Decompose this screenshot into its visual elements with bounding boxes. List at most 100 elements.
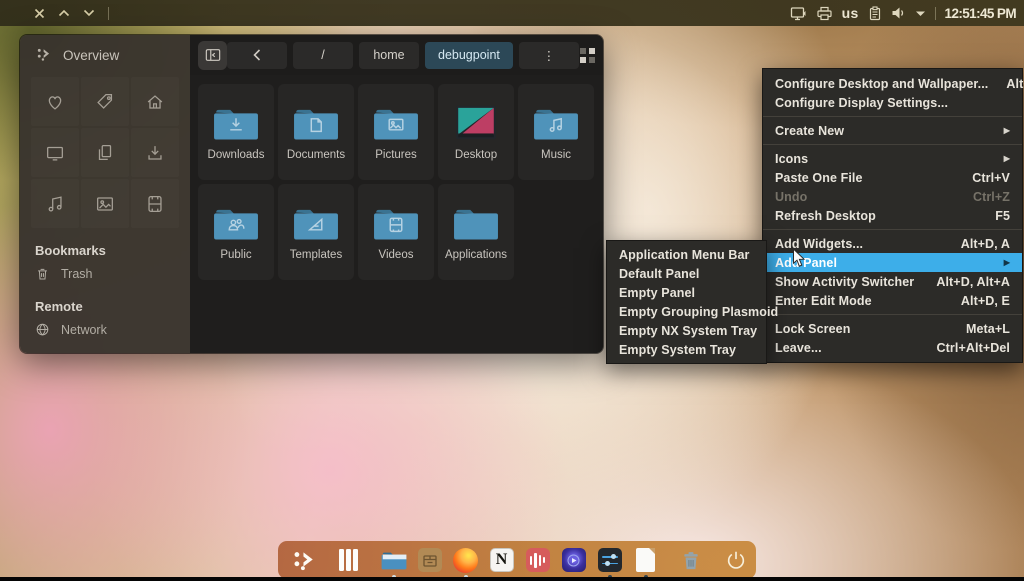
menu-item-shortcut: Ctrl+Z (973, 190, 1010, 204)
nx-logo-icon (36, 46, 52, 65)
folder-card-templates[interactable]: Templates (278, 184, 354, 280)
folder-view[interactable]: Downloads Documents Pictures Desktop (190, 75, 603, 353)
dock-trash-icon (681, 549, 701, 571)
submenu-item-empty-system-tray[interactable]: Empty System Tray (607, 340, 766, 359)
place-home[interactable] (131, 77, 179, 126)
folder-card-pictures[interactable]: Pictures (358, 84, 434, 180)
folder-label: Downloads (208, 149, 265, 161)
sidebar-toggle-icon (205, 48, 221, 62)
mouse-cursor (792, 248, 806, 273)
submenu-arrow-icon: ▶ (1004, 154, 1010, 163)
folder-card-desktop[interactable]: Desktop (438, 84, 514, 180)
back-chevron-icon (253, 49, 261, 61)
menu-item-lock-screen[interactable]: Lock Screen Meta+L (763, 319, 1022, 338)
place-documents[interactable] (81, 128, 129, 177)
menu-item-configure-display-settings[interactable]: Configure Display Settings... (763, 93, 1022, 112)
firefox-icon (453, 548, 478, 573)
menu-item-create-new[interactable]: Create New ▶ (763, 121, 1022, 140)
printer-icon[interactable] (816, 6, 833, 21)
folder-card-documents[interactable]: Documents (278, 84, 354, 180)
submenu-item-application-menu-bar[interactable]: Application Menu Bar (607, 245, 766, 264)
place-music[interactable] (31, 179, 79, 228)
dock-text-editor-button[interactable] (632, 547, 659, 574)
workspaces-icon (339, 549, 358, 571)
dock-software-button[interactable] (416, 547, 443, 574)
file-manager-sidebar: Overview (20, 35, 190, 353)
files-app-icon (381, 549, 407, 571)
breadcrumb: / home debugpoint ⋮ (227, 42, 579, 69)
chevron-up-icon[interactable] (58, 9, 70, 17)
menu-item-leave[interactable]: Leave... Ctrl+Alt+Del (763, 338, 1022, 357)
menu-item-enter-edit-mode[interactable]: Enter Edit Mode Alt+D, E (763, 291, 1022, 310)
sidebar-header[interactable]: Overview (20, 35, 190, 75)
menu-item-refresh-desktop[interactable]: Refresh Desktop F5 (763, 206, 1022, 225)
speaker-icon[interactable] (891, 6, 906, 20)
place-desktop[interactable] (31, 128, 79, 177)
place-videos[interactable] (131, 179, 179, 228)
submenu-item-empty-nx-system-tray[interactable]: Empty NX System Tray (607, 321, 766, 340)
breadcrumb-current[interactable]: debugpoint (425, 42, 513, 69)
dock-notion-button[interactable]: N (488, 547, 515, 574)
sidebar-item-network[interactable]: Network (20, 314, 190, 339)
place-favorites[interactable] (31, 77, 79, 126)
trash-icon (35, 266, 50, 282)
system-tray: us 12:51:45 PM (790, 5, 1024, 21)
folder-card-public[interactable]: Public (198, 184, 274, 280)
desktop-context-menu: Configure Desktop and Wallpaper... Alt+D… (762, 68, 1023, 363)
menu-item-configure-desktop-and-wallpaper[interactable]: Configure Desktop and Wallpaper... Alt+D… (763, 74, 1022, 93)
folder-label: Desktop (455, 149, 497, 161)
submenu-item-empty-panel[interactable]: Empty Panel (607, 283, 766, 302)
folder-label: Documents (287, 149, 345, 161)
place-pictures[interactable] (81, 179, 129, 228)
caret-down-icon[interactable] (915, 10, 926, 17)
submenu-item-default-panel[interactable]: Default Panel (607, 264, 766, 283)
close-icon[interactable] (34, 8, 45, 19)
software-box-icon (418, 548, 442, 572)
menu-item-paste-one-file[interactable]: Paste One File Ctrl+V (763, 168, 1022, 187)
panel-separator (108, 7, 109, 20)
dock-trash-button[interactable] (677, 547, 704, 574)
sidebar-item-label: Network (61, 323, 107, 337)
menu-item-show-activity-switcher[interactable]: Show Activity Switcher Alt+D, Alt+A (763, 272, 1022, 291)
folder-public-icon (213, 204, 259, 242)
dock-launcher-button[interactable] (290, 547, 317, 574)
chevron-down-icon[interactable] (83, 9, 95, 17)
folder-card-videos[interactable]: Videos (358, 184, 434, 280)
place-downloads[interactable] (131, 128, 179, 177)
globe-icon (35, 322, 50, 337)
keyboard-layout-indicator[interactable]: us (842, 5, 859, 21)
screen-bottom-edge (0, 577, 1024, 581)
dock-workspaces-button[interactable] (335, 547, 362, 574)
nx-launcher-icon (292, 548, 316, 572)
folder-card-music[interactable]: Music (518, 84, 594, 180)
breadcrumb-overflow-button[interactable]: ⋮ (519, 42, 579, 69)
sidebar-item-trash[interactable]: Trash (20, 258, 190, 284)
sidebar-toggle-button[interactable] (198, 41, 227, 70)
dock-power-button[interactable] (722, 547, 749, 574)
back-button[interactable] (227, 42, 287, 69)
remote-section-title: Remote (20, 299, 190, 314)
document-icon (636, 548, 655, 572)
breadcrumb-home[interactable]: home (359, 42, 419, 69)
display-icon[interactable] (790, 6, 807, 21)
submenu-item-empty-grouping-plasmoid[interactable]: Empty Grouping Plasmoid (607, 302, 766, 321)
dock-files-button[interactable] (380, 547, 407, 574)
menu-item-label: Leave... (775, 341, 919, 355)
clipboard-icon[interactable] (868, 6, 882, 21)
menu-item-shortcut: Ctrl+Alt+Del (937, 341, 1010, 355)
screen: us 12:51:45 PM Overview (0, 0, 1024, 581)
home-icon (144, 91, 166, 113)
dock-settings-button[interactable] (596, 547, 623, 574)
documents-icon (94, 142, 116, 164)
dock-firefox-button[interactable] (452, 547, 479, 574)
clock[interactable]: 12:51:45 PM (945, 6, 1016, 21)
dock-music-button[interactable] (524, 547, 551, 574)
menu-item-label: Empty Panel (619, 286, 754, 300)
place-tags[interactable] (81, 77, 129, 126)
dock-video-player-button[interactable] (560, 547, 587, 574)
folder-card-downloads[interactable]: Downloads (198, 84, 274, 180)
breadcrumb-root[interactable]: / (293, 42, 353, 69)
menu-item-icons[interactable]: Icons ▶ (763, 149, 1022, 168)
view-mode-button[interactable] (579, 47, 596, 64)
folder-card-applications[interactable]: Applications (438, 184, 514, 280)
